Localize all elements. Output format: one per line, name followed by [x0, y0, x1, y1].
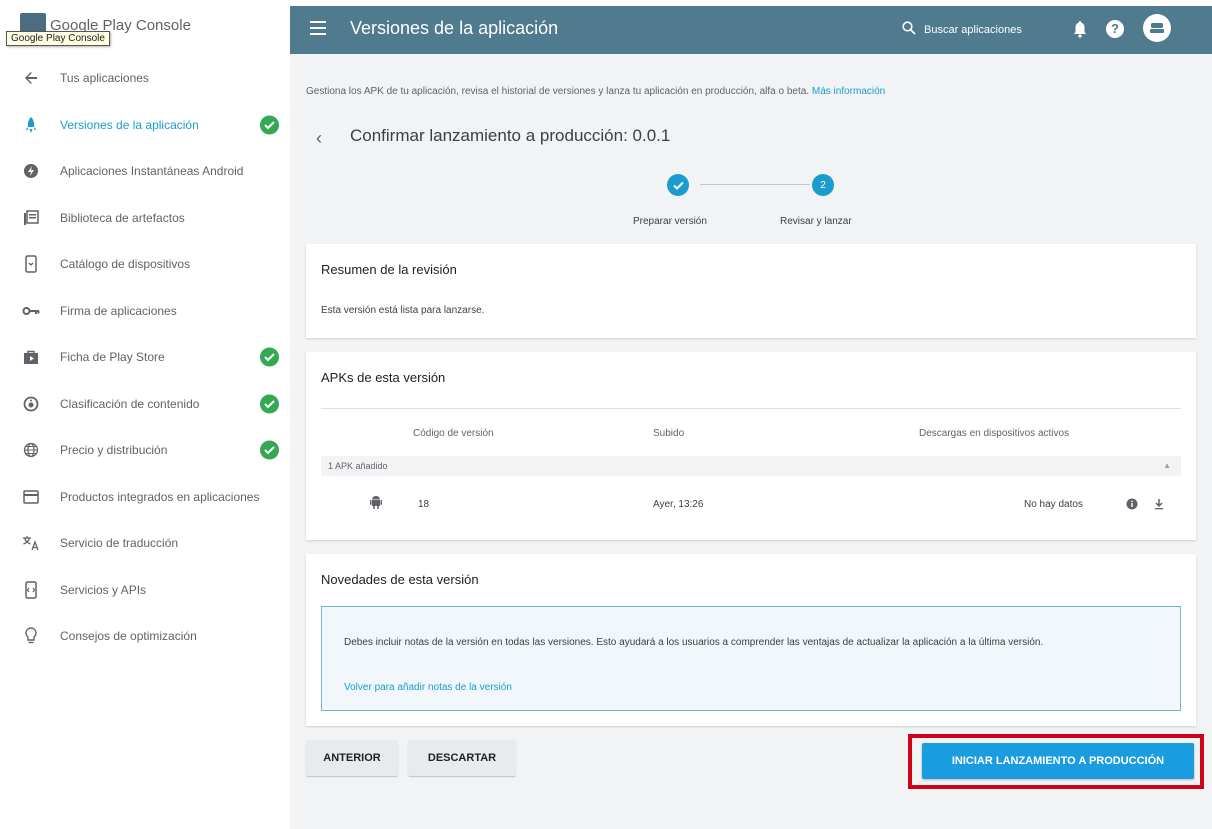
sidebar-item-label: Productos integrados en aplicaciones [60, 489, 260, 504]
release-notes-card: Novedades de esta versión Debes incluir … [306, 554, 1196, 726]
sidebar-item-label: Consejos de optimización [60, 629, 197, 644]
sidebar-item-label: Aplicaciones Instantáneas Android [60, 164, 244, 179]
check-icon [260, 394, 279, 414]
help-icon[interactable]: ? [1106, 20, 1124, 38]
step-1-complete-icon [667, 174, 689, 196]
review-summary-text: Esta versión está lista para lanzarse. [321, 305, 485, 316]
api-icon [22, 581, 40, 599]
sidebar-item-label: Clasificación de contenido [60, 396, 200, 411]
device-icon [22, 255, 40, 273]
previous-button[interactable]: ANTERIOR [306, 740, 398, 776]
notifications-bell-icon[interactable] [1073, 19, 1087, 39]
step-2-label: Revisar y lanzar [780, 216, 852, 227]
sidebar-item-productos[interactable]: Productos integrados en aplicaciones [0, 474, 290, 521]
release-notes-message: Debes incluir notas de la versión en tod… [344, 637, 1044, 648]
page-title: Confirmar lanzamiento a producción: 0.0.… [350, 126, 671, 145]
sidebar-item-firma[interactable]: Firma de aplicaciones [0, 288, 290, 335]
intro-description: Gestiona los APK de tu aplicación, revis… [306, 86, 810, 97]
lightbulb-icon [22, 627, 40, 645]
rating-icon [22, 395, 40, 413]
sidebar-item-instant-apps[interactable]: Aplicaciones Instantáneas Android [0, 148, 290, 195]
check-icon [260, 115, 279, 135]
sidebar-item-clasificacion[interactable]: Clasificación de contenido [0, 381, 290, 428]
account-avatar-icon[interactable] [1143, 14, 1171, 42]
stepper: 2 Preparar versión Revisar y lanzar [290, 174, 1212, 234]
sidebar-item-tus-aplicaciones[interactable]: Tus aplicaciones [0, 55, 290, 102]
check-icon [260, 347, 279, 367]
translate-icon [22, 534, 40, 552]
apk-version-code: 18 [418, 499, 430, 510]
sidebar-item-label: Ficha de Play Store [60, 350, 165, 365]
release-notes-title: Novedades de esta versión [321, 572, 479, 587]
search-label: Buscar aplicaciones [924, 24, 1022, 36]
main-content: Gestiona los APK de tu aplicación, revis… [290, 54, 1212, 829]
sidebar-nav: Tus aplicaciones Versiones de la aplicac… [0, 55, 290, 660]
sidebar-item-label: Servicios y APIs [60, 582, 147, 597]
apk-downloads: No hay datos [1024, 499, 1083, 510]
column-header-uploaded: Subido [653, 428, 685, 439]
menu-icon[interactable] [310, 21, 326, 35]
back-arrow-icon [22, 69, 40, 87]
step-2-number: 2 [812, 174, 834, 196]
top-bar: Versiones de la aplicación Buscar aplica… [290, 6, 1212, 54]
apk-uploaded: Ayer, 13:26 [653, 499, 704, 510]
globe-icon [22, 441, 40, 459]
library-icon [22, 209, 40, 227]
sidebar-item-label: Versiones de la aplicación [60, 117, 199, 132]
info-icon[interactable] [1126, 497, 1138, 515]
sidebar-item-catalogo[interactable]: Catálogo de dispositivos [0, 241, 290, 288]
discard-button[interactable]: DESCARTAR [408, 740, 516, 776]
release-notes-notice: Debes incluir notas de la versión en tod… [321, 606, 1181, 711]
sidebar-item-precio[interactable]: Precio y distribución [0, 427, 290, 474]
column-header-version-code: Código de versión [413, 428, 494, 439]
store-icon [22, 348, 40, 366]
sidebar-item-traduccion[interactable]: Servicio de traducción [0, 520, 290, 567]
play-console-app: Google Play Console Google Play Console … [0, 0, 1212, 829]
search-icon [902, 20, 916, 40]
check-icon [260, 440, 279, 460]
sidebar-item-label: Biblioteca de artefactos [60, 210, 185, 225]
apks-title: APKs de esta versión [321, 370, 446, 385]
apks-card: APKs de esta versión Código de versión S… [306, 352, 1196, 540]
apk-group-label: 1 APK añadido [328, 461, 388, 471]
bolt-icon [22, 162, 40, 180]
review-summary-card: Resumen de la revisión Esta versión está… [306, 244, 1196, 338]
add-release-notes-link[interactable]: Volver para añadir notas de la versión [344, 682, 512, 693]
back-chevron-icon[interactable]: ‹ [316, 128, 322, 149]
sidebar-item-servicios[interactable]: Servicios y APIs [0, 567, 290, 614]
sidebar-item-consejos[interactable]: Consejos de optimización [0, 613, 290, 660]
start-production-rollout-button[interactable]: INICIAR LANZAMIENTO A PRODUCCIÓN [922, 743, 1194, 779]
card-icon [22, 488, 40, 506]
divider [321, 408, 1181, 409]
play-console-logo-icon [20, 13, 46, 33]
sidebar-item-label: Catálogo de dispositivos [60, 257, 191, 272]
column-header-downloads: Descargas en dispositivos activos [919, 428, 1070, 439]
intro-text: Gestiona los APK de tu aplicación, revis… [306, 86, 885, 97]
sidebar-item-label: Servicio de traducción [60, 536, 179, 551]
rocket-icon [22, 116, 40, 134]
key-icon [22, 302, 40, 320]
search-button[interactable]: Buscar aplicaciones [902, 19, 1022, 41]
step-1-label: Preparar versión [633, 216, 707, 227]
android-icon [370, 495, 382, 514]
sidebar-item-label: Precio y distribución [60, 443, 168, 458]
sidebar: Google Play Console Google Play Console … [0, 0, 290, 829]
page-header-title: Versiones de la aplicación [350, 18, 559, 38]
sidebar-item-label: Firma de aplicaciones [60, 303, 177, 318]
logo-tooltip: Google Play Console [6, 31, 110, 46]
apk-group-row[interactable]: 1 APK añadido ▲ [321, 456, 1181, 476]
download-icon[interactable] [1154, 497, 1164, 515]
collapse-caret-icon[interactable]: ▲ [1163, 461, 1171, 470]
logo[interactable]: Google Play Console Google Play Console [0, 0, 290, 50]
sidebar-item-biblioteca[interactable]: Biblioteca de artefactos [0, 195, 290, 242]
more-info-link[interactable]: Más información [812, 86, 885, 97]
sidebar-item-versiones[interactable]: Versiones de la aplicación [0, 102, 290, 149]
sidebar-item-label: Tus aplicaciones [60, 71, 149, 86]
review-summary-title: Resumen de la revisión [321, 262, 457, 277]
step-connector [700, 184, 810, 185]
sidebar-item-ficha[interactable]: Ficha de Play Store [0, 334, 290, 381]
